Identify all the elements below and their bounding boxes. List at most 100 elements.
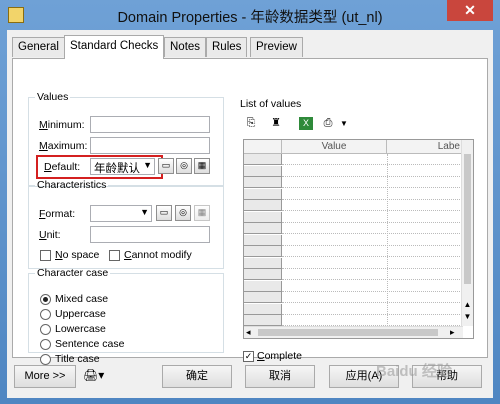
- cannot-modify-checkbox[interactable]: [109, 250, 120, 261]
- scroll-left-icon[interactable]: ◂: [246, 327, 251, 338]
- tab-rules[interactable]: Rules: [206, 37, 248, 57]
- sentence-case-radio[interactable]: [40, 339, 51, 350]
- complete-label: Complete: [257, 350, 302, 362]
- list-of-values-label: List of values: [240, 98, 302, 110]
- row-header[interactable]: [244, 280, 282, 292]
- scroll-down-icon[interactable]: ▼: [462, 312, 473, 321]
- ok-button[interactable]: 确定: [162, 365, 232, 388]
- row-header[interactable]: [244, 292, 282, 303]
- table-row[interactable]: [282, 281, 462, 292]
- table-row[interactable]: [282, 166, 462, 177]
- maximum-input[interactable]: [90, 137, 210, 154]
- row-header[interactable]: [244, 165, 282, 177]
- copy-icon[interactable]: ⎘: [244, 117, 258, 130]
- sentence-case-label: Sentence case: [55, 338, 125, 350]
- row-header[interactable]: [244, 246, 282, 257]
- uppercase-radio[interactable]: [40, 309, 51, 320]
- row-header[interactable]: [244, 188, 282, 200]
- table-row[interactable]: [282, 258, 462, 269]
- maximum-label: Maximum:: [39, 140, 88, 152]
- scroll-up-icon[interactable]: ▲: [462, 300, 473, 309]
- values-legend: Values: [37, 91, 69, 103]
- format-properties-icon[interactable]: ▦: [194, 205, 210, 221]
- excel-icon[interactable]: X: [299, 117, 313, 130]
- row-header[interactable]: [244, 315, 282, 326]
- table-row[interactable]: [282, 200, 462, 211]
- browse-icon[interactable]: ◎: [176, 158, 192, 174]
- more-button[interactable]: More >>: [14, 365, 76, 388]
- cancel-button[interactable]: 取消: [245, 365, 315, 388]
- tab-notes[interactable]: Notes: [164, 37, 207, 57]
- uppercase-label: Uppercase: [55, 308, 106, 320]
- table-row[interactable]: [282, 292, 462, 303]
- format-combo[interactable]: ▼: [90, 205, 152, 222]
- grid-corner: [244, 140, 282, 154]
- unit-input[interactable]: [90, 226, 210, 243]
- column-header-label[interactable]: Labe: [387, 140, 463, 154]
- table-row[interactable]: [282, 212, 462, 223]
- properties-icon[interactable]: ▦: [194, 158, 210, 174]
- cannot-modify-label: Cannot modify: [124, 249, 192, 261]
- row-header[interactable]: [244, 257, 282, 269]
- row-header[interactable]: [244, 223, 282, 234]
- print-icon[interactable]: ⎙: [321, 117, 335, 130]
- title-case-label: Title case: [55, 353, 100, 365]
- tools-menu-icon[interactable]: 🖨▾: [83, 368, 111, 384]
- minimum-input[interactable]: [90, 116, 210, 133]
- table-row[interactable]: [282, 235, 462, 246]
- minimum-label: Minimum:: [39, 119, 85, 131]
- complete-checkbox[interactable]: ✓: [243, 351, 254, 362]
- lowercase-label: Lowercase: [55, 323, 106, 335]
- character-case-legend: Character case: [37, 267, 109, 279]
- vertical-scrollbar[interactable]: ▲ ▼: [461, 140, 473, 326]
- row-header[interactable]: [244, 303, 282, 315]
- default-label: Default:: [44, 161, 81, 173]
- table-row[interactable]: [282, 246, 462, 257]
- title-bar[interactable]: Domain Properties - 年龄数据类型 (ut_nl) ✕: [0, 0, 500, 30]
- lowercase-radio[interactable]: [40, 324, 51, 335]
- chevron-down-icon: ▼: [143, 160, 152, 170]
- table-row[interactable]: [282, 177, 462, 188]
- table-row[interactable]: [282, 304, 462, 315]
- chevron-down-icon: ▼: [140, 207, 149, 217]
- chevron-down-icon[interactable]: ▼: [337, 117, 351, 130]
- browse-format-icon[interactable]: ◎: [175, 205, 191, 221]
- watermark: Baidu 经验: [376, 363, 452, 380]
- column-header-value[interactable]: Value: [282, 140, 387, 154]
- default-combo[interactable]: 年龄默认 ▼: [90, 158, 155, 175]
- table-row[interactable]: [282, 223, 462, 234]
- new-format-icon[interactable]: ▭: [156, 205, 172, 221]
- row-header[interactable]: [244, 177, 282, 188]
- scroll-right-icon[interactable]: ▸: [450, 327, 455, 338]
- table-row[interactable]: [282, 315, 462, 326]
- column-divider: [387, 154, 388, 326]
- format-label: Format:: [39, 208, 76, 220]
- hscroll-thumb[interactable]: [258, 329, 438, 336]
- mixed-case-label: Mixed case: [55, 293, 109, 305]
- scroll-thumb[interactable]: [464, 154, 471, 284]
- tab-panel: Values Minimum: Maximum: Default: 年龄默认 ▼…: [12, 58, 488, 365]
- tab-general[interactable]: General: [12, 37, 65, 57]
- table-row[interactable]: [282, 269, 462, 280]
- row-header[interactable]: [244, 154, 282, 165]
- tab-standard-checks[interactable]: Standard Checks: [64, 35, 165, 59]
- dialog-body: General Standard Checks Notes Rules Prev…: [7, 30, 493, 398]
- characteristics-legend: Characteristics: [37, 179, 107, 191]
- row-header[interactable]: [244, 211, 282, 223]
- no-space-checkbox[interactable]: [40, 250, 51, 261]
- close-button[interactable]: ✕: [447, 0, 493, 21]
- find-icon[interactable]: ♜: [269, 117, 283, 130]
- row-header[interactable]: [244, 269, 282, 280]
- default-value: 年龄默认: [94, 163, 140, 175]
- row-header[interactable]: [244, 200, 282, 211]
- title-case-radio[interactable]: [40, 354, 51, 365]
- table-row[interactable]: [282, 189, 462, 200]
- new-icon[interactable]: ▭: [158, 158, 174, 174]
- tab-preview[interactable]: Preview: [250, 37, 303, 57]
- mixed-case-radio[interactable]: [40, 294, 51, 305]
- horizontal-scrollbar[interactable]: ◂ ▸: [244, 326, 463, 338]
- list-of-values-grid[interactable]: Value Labe ▲ ▼ ◂ ▸: [243, 139, 474, 339]
- window-title: Domain Properties - 年龄数据类型 (ut_nl): [117, 10, 383, 26]
- table-row[interactable]: [282, 154, 462, 165]
- row-header[interactable]: [244, 234, 282, 246]
